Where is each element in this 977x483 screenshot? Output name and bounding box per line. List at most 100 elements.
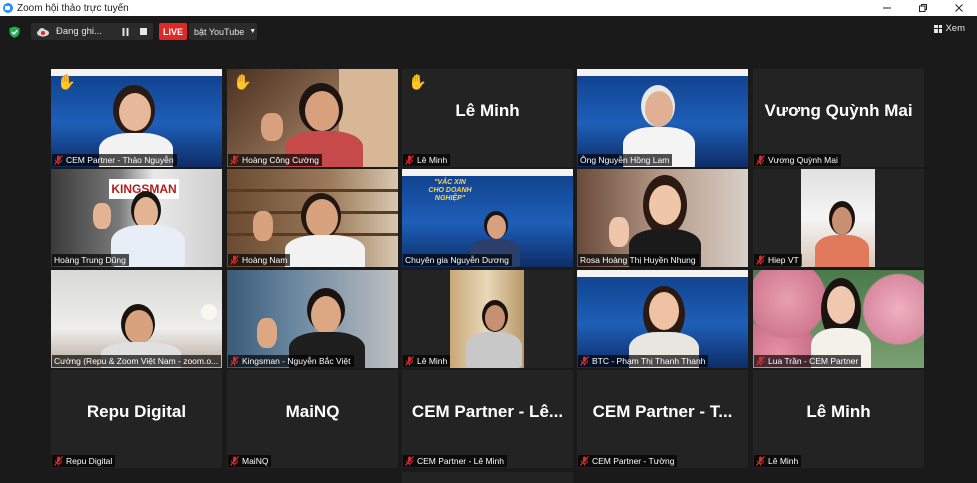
participant-tile[interactable]: Hoàng Nam [227, 169, 398, 267]
participant-name: Chuyên gia Nguyễn Dương [405, 255, 509, 265]
participant-name: Hoàng Công Cường [242, 155, 319, 165]
muted-mic-icon [230, 255, 239, 265]
participant-tile[interactable]: MaiNQ MaiNQ [227, 370, 398, 468]
participant-name-label: CEM Partner - Lê Minh [403, 455, 507, 467]
participant-tile[interactable]: Hiep VT [753, 169, 924, 267]
participant-name-label: Lê Minh [403, 154, 451, 166]
participant-tile[interactable]: Lê Minh [402, 270, 573, 368]
participant-name-label: CEM Partner - Tường [578, 455, 678, 467]
stop-recording-button[interactable] [135, 23, 151, 40]
raise-hand-icon: ✋ [233, 74, 252, 91]
window-controls [869, 0, 977, 16]
participant-name: MaiNQ [242, 456, 269, 466]
participant-tile-active-speaker[interactable]: KINGSMAN Hoàng Trung Dũng [51, 169, 222, 267]
participant-tile[interactable]: Repu Digital Repu Digital [51, 370, 222, 468]
participant-tile[interactable]: CEM Partner - T... CEM Partner - Tường [577, 370, 748, 468]
participant-name-label: CEM Partner - Thảo Nguyễn [52, 154, 177, 166]
next-row-tile-partial [402, 472, 573, 483]
muted-mic-icon [756, 155, 765, 165]
recording-status: Đang ghi... [31, 23, 153, 40]
participant-display-name: CEM Partner - T... [592, 402, 733, 421]
stop-icon [139, 28, 147, 35]
muted-mic-icon [405, 456, 414, 466]
restore-icon [919, 4, 927, 12]
muted-mic-icon [580, 356, 589, 366]
window-title: Zoom hội thảo trực tuyến [17, 2, 129, 14]
participant-name-label: Hiep VT [754, 254, 802, 266]
restore-button[interactable] [905, 0, 941, 16]
participant-name-label: Chuyên gia Nguyễn Dương [403, 254, 512, 266]
muted-mic-icon [405, 155, 414, 165]
participant-name: BTC - Phạm Thị Thanh Thanh [592, 356, 706, 366]
participant-name-label: Hoàng Trung Dũng [52, 254, 129, 266]
participant-name-label: Ông Nguyễn Hồng Lam [578, 154, 673, 166]
muted-mic-icon [230, 155, 239, 165]
cloud-record-icon [37, 27, 49, 37]
participant-tile[interactable]: ✋ CEM Partner - Thảo Nguyễn [51, 69, 222, 167]
participant-display-name: MaiNQ [285, 402, 340, 421]
participant-name: Vương Quỳnh Mai [768, 155, 838, 165]
participant-tile[interactable]: Ông Nguyễn Hồng Lam [577, 69, 748, 167]
participant-name: Lê Minh [768, 456, 799, 466]
participant-tile[interactable]: Lê Minh ✋ Lê Minh [402, 69, 573, 167]
participant-tile[interactable]: "VẮC XIN CHO DOANH NGHIỆP" Chuyên gia Ng… [402, 169, 573, 267]
participant-name: CEM Partner - Thảo Nguyễn [66, 155, 174, 165]
participant-name-label: Hoàng Công Cường [228, 154, 322, 166]
muted-mic-icon [756, 456, 765, 466]
live-badge: LIVE [159, 23, 187, 40]
participant-tile[interactable]: Vương Quỳnh Mai Vương Quỳnh Mai [753, 69, 924, 167]
participant-tile[interactable]: ✋ Hoàng Công Cường [227, 69, 398, 167]
muted-mic-icon [756, 255, 765, 265]
participant-tile[interactable]: Cường (Repu & Zoom Việt Nam - zoom.o... [51, 270, 222, 368]
muted-mic-icon [756, 356, 765, 366]
pause-icon [122, 27, 128, 36]
participant-tile[interactable]: Rosa Hoàng Thị Huyền Nhung [577, 169, 748, 267]
participant-name: CEM Partner - Lê Minh [417, 456, 504, 466]
participant-name: Hoàng Nam [242, 255, 288, 265]
meeting-toolbar: Đang ghi... LIVE bật YouTube ▼ Xem [0, 16, 977, 46]
participant-name: Lua Trần - CEM Partner [768, 356, 859, 366]
participant-name-label: Hoàng Nam [228, 254, 291, 266]
participant-tile[interactable]: Lê Minh Lê Minh [753, 370, 924, 468]
participant-name-label: Lê Minh [403, 355, 451, 367]
security-shield-icon[interactable] [9, 26, 20, 38]
raise-hand-icon: ✋ [57, 74, 76, 91]
caret-down-icon: ▼ [249, 28, 257, 35]
participant-name-label: BTC - Phạm Thị Thanh Thanh [578, 355, 709, 367]
banner-title: "VẮC XIN CHO DOANH NGHIỆP" [428, 179, 472, 202]
participant-tile[interactable]: CEM Partner - Lê... CEM Partner - Lê Min… [402, 370, 573, 468]
participant-display-name: Repu Digital [86, 402, 187, 421]
participant-name-label: Vương Quỳnh Mai [754, 154, 841, 166]
participant-name-label: Lê Minh [754, 455, 802, 467]
participant-display-name: CEM Partner - Lê... [411, 402, 564, 421]
recording-label: Đang ghi... [56, 26, 102, 37]
window-title-bar: Zoom hội thảo trực tuyến [0, 0, 977, 16]
participant-name-label: Kingsman - Nguyễn Bắc Việt [228, 355, 354, 367]
stream-label: bật YouTube [194, 26, 245, 37]
muted-mic-icon [580, 456, 589, 466]
participant-tile[interactable]: Kingsman - Nguyễn Bắc Việt [227, 270, 398, 368]
raise-hand-icon: ✋ [408, 74, 427, 91]
zoom-logo-icon [3, 3, 13, 13]
participant-name-label: Repu Digital [52, 455, 116, 467]
minimize-button[interactable] [869, 0, 905, 16]
participant-tile[interactable]: Lua Trần - CEM Partner [753, 270, 924, 368]
pause-recording-button[interactable] [117, 23, 133, 40]
participant-tile[interactable]: BTC - Phạm Thị Thanh Thanh [577, 270, 748, 368]
participant-display-name: Lê Minh [455, 101, 520, 120]
close-button[interactable] [941, 0, 977, 16]
participant-display-name: Vương Quỳnh Mai [764, 101, 913, 120]
participant-name: Hiep VT [768, 255, 799, 265]
muted-mic-icon [54, 456, 63, 466]
participant-name: Rosa Hoàng Thị Huyền Nhung [580, 255, 696, 265]
participant-name: Repu Digital [66, 456, 113, 466]
muted-mic-icon [230, 356, 239, 366]
participant-name: Ông Nguyễn Hồng Lam [580, 155, 670, 165]
view-label: Xem [945, 23, 965, 34]
stream-dropdown[interactable]: bật YouTube ▼ [189, 23, 257, 40]
participant-name-label: MaiNQ [228, 455, 272, 467]
participant-name-label: Cường (Repu & Zoom Việt Nam - zoom.o... [52, 355, 222, 367]
view-button[interactable]: Xem [934, 23, 965, 34]
participant-name-label: Rosa Hoàng Thị Huyền Nhung [578, 254, 699, 266]
grid-view-icon [934, 24, 943, 33]
